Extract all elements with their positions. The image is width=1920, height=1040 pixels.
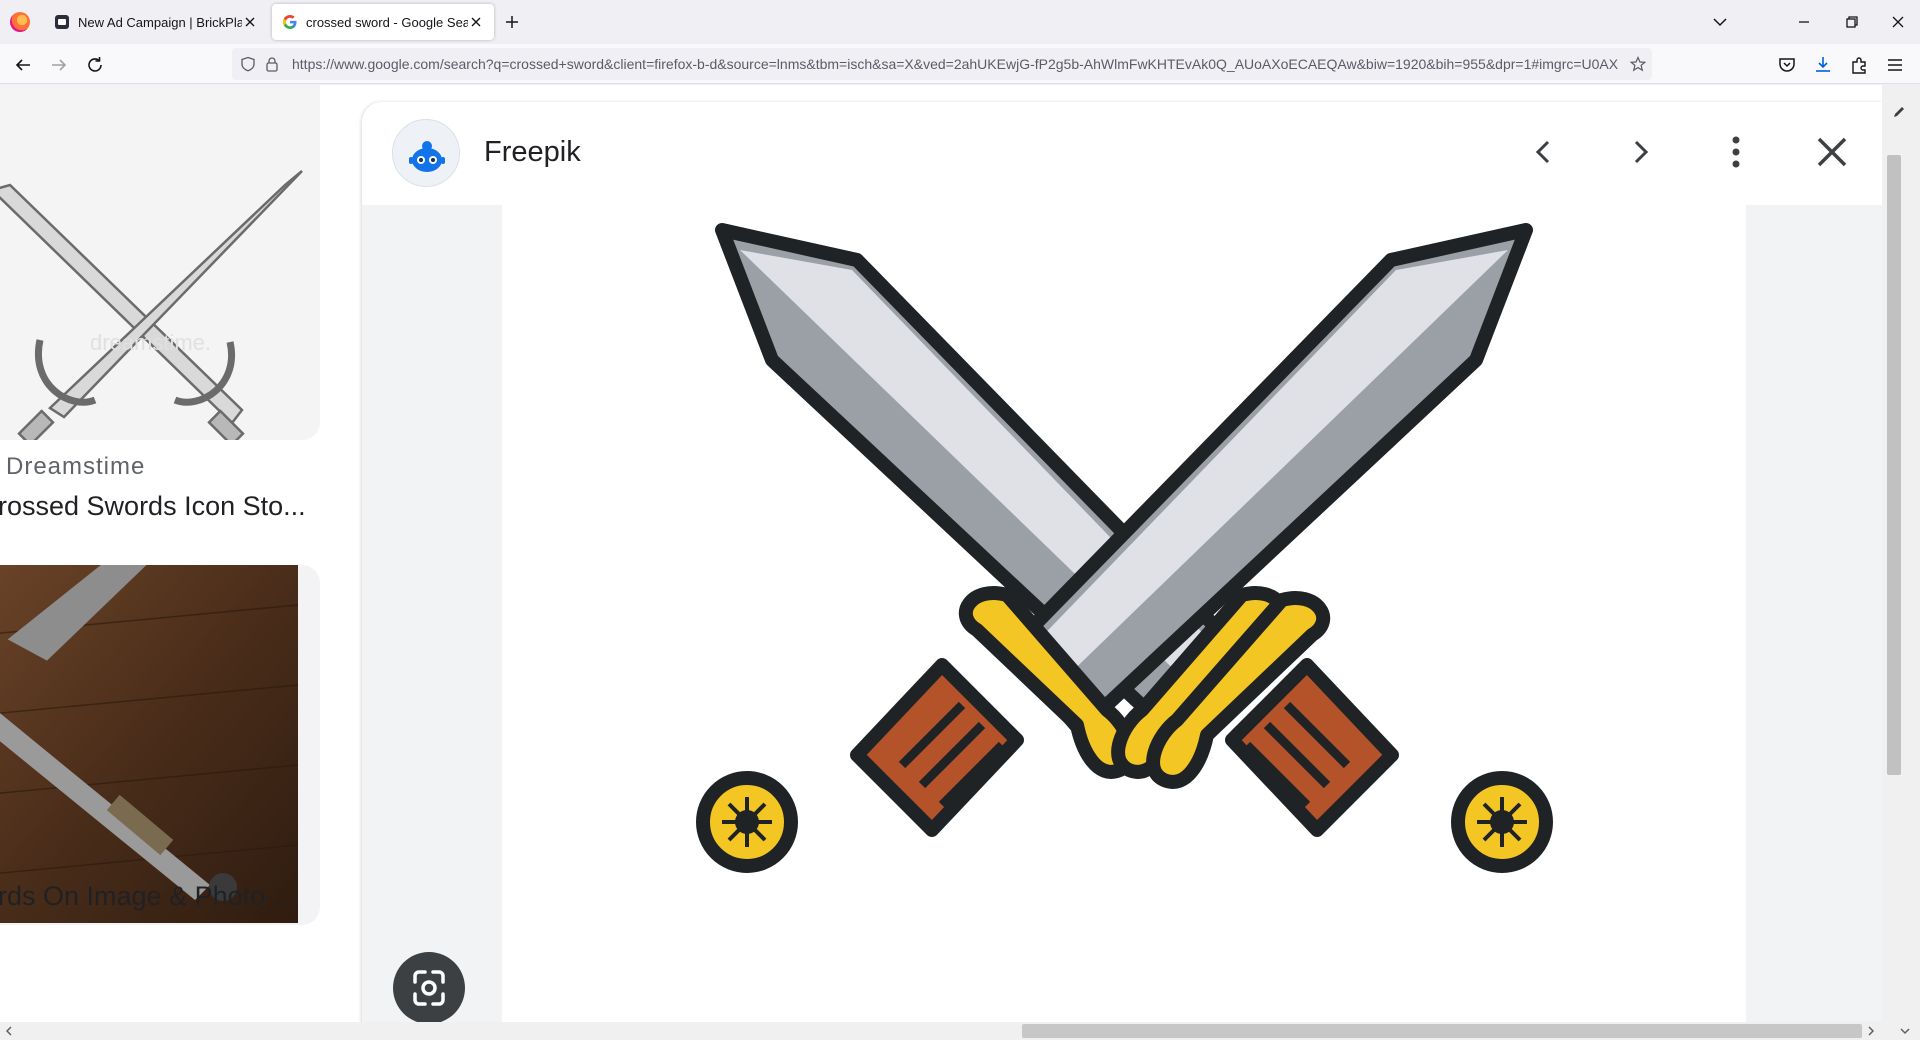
restore-icon[interactable]: [1840, 10, 1864, 34]
close-icon[interactable]: [1810, 130, 1854, 174]
freepik-logo-icon: [409, 141, 445, 172]
firefox-view-icon[interactable]: [10, 12, 30, 32]
image-results-column: dreamstime. Dreamstime rossed Swords Ico…: [0, 85, 360, 1022]
tab-title: New Ad Campaign | BrickPlanet: [78, 14, 242, 30]
forward-arrow-icon[interactable]: [48, 54, 70, 76]
window-close-icon[interactable]: [1886, 10, 1910, 34]
downloads-icon[interactable]: [1812, 54, 1834, 76]
crossed-swords-image: [696, 223, 1553, 873]
google-lens-icon: [413, 970, 445, 1006]
preview-image-viewer: [362, 205, 1882, 1022]
extensions-puzzle-icon[interactable]: [1848, 54, 1870, 76]
brickplanet-favicon-icon: [55, 15, 69, 29]
thumbnail-wood-swords-image: [0, 565, 299, 923]
horizontal-scrollbar[interactable]: [0, 1022, 1920, 1040]
navigation-toolbar: https://www.google.com/search?q=crossed+…: [0, 44, 1920, 84]
preview-header: Freepik: [362, 102, 1882, 205]
scroll-right-arrow-icon[interactable]: [1866, 1026, 1876, 1036]
back-arrow-icon[interactable]: [12, 54, 34, 76]
page-content: dreamstime. Dreamstime rossed Swords Ico…: [0, 85, 1920, 1022]
chevron-left-icon[interactable]: [1522, 130, 1566, 174]
minimize-icon[interactable]: [1792, 10, 1816, 34]
vertical-scrollbar-thumb[interactable]: [1887, 155, 1901, 775]
vertical-scrollbar[interactable]: [1882, 85, 1920, 1022]
new-tab-plus-icon[interactable]: [502, 12, 522, 32]
pencil-icon[interactable]: [1892, 105, 1906, 119]
list-all-tabs-chevron-down-icon[interactable]: [1708, 10, 1732, 34]
site-avatar[interactable]: [392, 119, 460, 187]
bookmark-star-icon[interactable]: [1630, 56, 1646, 72]
url-bar[interactable]: https://www.google.com/search?q=crossed+…: [232, 48, 1652, 80]
tab-strip: New Ad Campaign | BrickPlanet crossed sw…: [0, 0, 1920, 44]
result-caption[interactable]: rds On Image & Photo ...: [0, 881, 295, 912]
pocket-icon[interactable]: [1776, 54, 1798, 76]
app-menu-hamburger-icon[interactable]: [1884, 54, 1906, 76]
image-preview-panel: Freepik: [362, 102, 1882, 1022]
thumbnail-swords-image: dreamstime.: [0, 85, 320, 440]
more-vert-icon[interactable]: [1714, 130, 1758, 174]
url-text[interactable]: https://www.google.com/search?q=crossed+…: [292, 56, 1622, 72]
preview-site-name[interactable]: Freepik: [484, 136, 581, 169]
tracking-protection-shield-icon[interactable]: [240, 56, 256, 72]
reload-icon[interactable]: [84, 54, 106, 76]
preview-image[interactable]: [502, 205, 1746, 1022]
google-lens-button[interactable]: [393, 952, 465, 1022]
result-thumbnail-crossed-swords[interactable]: dreamstime.: [0, 85, 320, 440]
tab-close-icon[interactable]: [242, 14, 258, 30]
lock-icon[interactable]: [264, 56, 280, 72]
chevron-right-icon[interactable]: [1618, 130, 1662, 174]
scroll-left-arrow-icon[interactable]: [4, 1026, 14, 1036]
tab-title: crossed sword - Google Search: [306, 14, 468, 30]
result-thumbnail-swords-on-wood[interactable]: [0, 565, 320, 925]
result-source[interactable]: Dreamstime: [6, 453, 145, 481]
scroll-down-arrow-icon[interactable]: [1900, 1026, 1910, 1036]
horizontal-scrollbar-thumb[interactable]: [1022, 1024, 1862, 1038]
tab-brickplanet[interactable]: New Ad Campaign | BrickPlanet: [44, 4, 268, 40]
result-caption[interactable]: rossed Swords Icon Sto...: [0, 491, 306, 522]
google-favicon-icon: [283, 15, 297, 29]
svg-text:dreamstime.: dreamstime.: [90, 330, 211, 355]
browser-window: New Ad Campaign | BrickPlanet crossed sw…: [0, 0, 1920, 1040]
tab-google-search[interactable]: crossed sword - Google Search: [272, 4, 494, 40]
tab-close-icon[interactable]: [468, 14, 484, 30]
